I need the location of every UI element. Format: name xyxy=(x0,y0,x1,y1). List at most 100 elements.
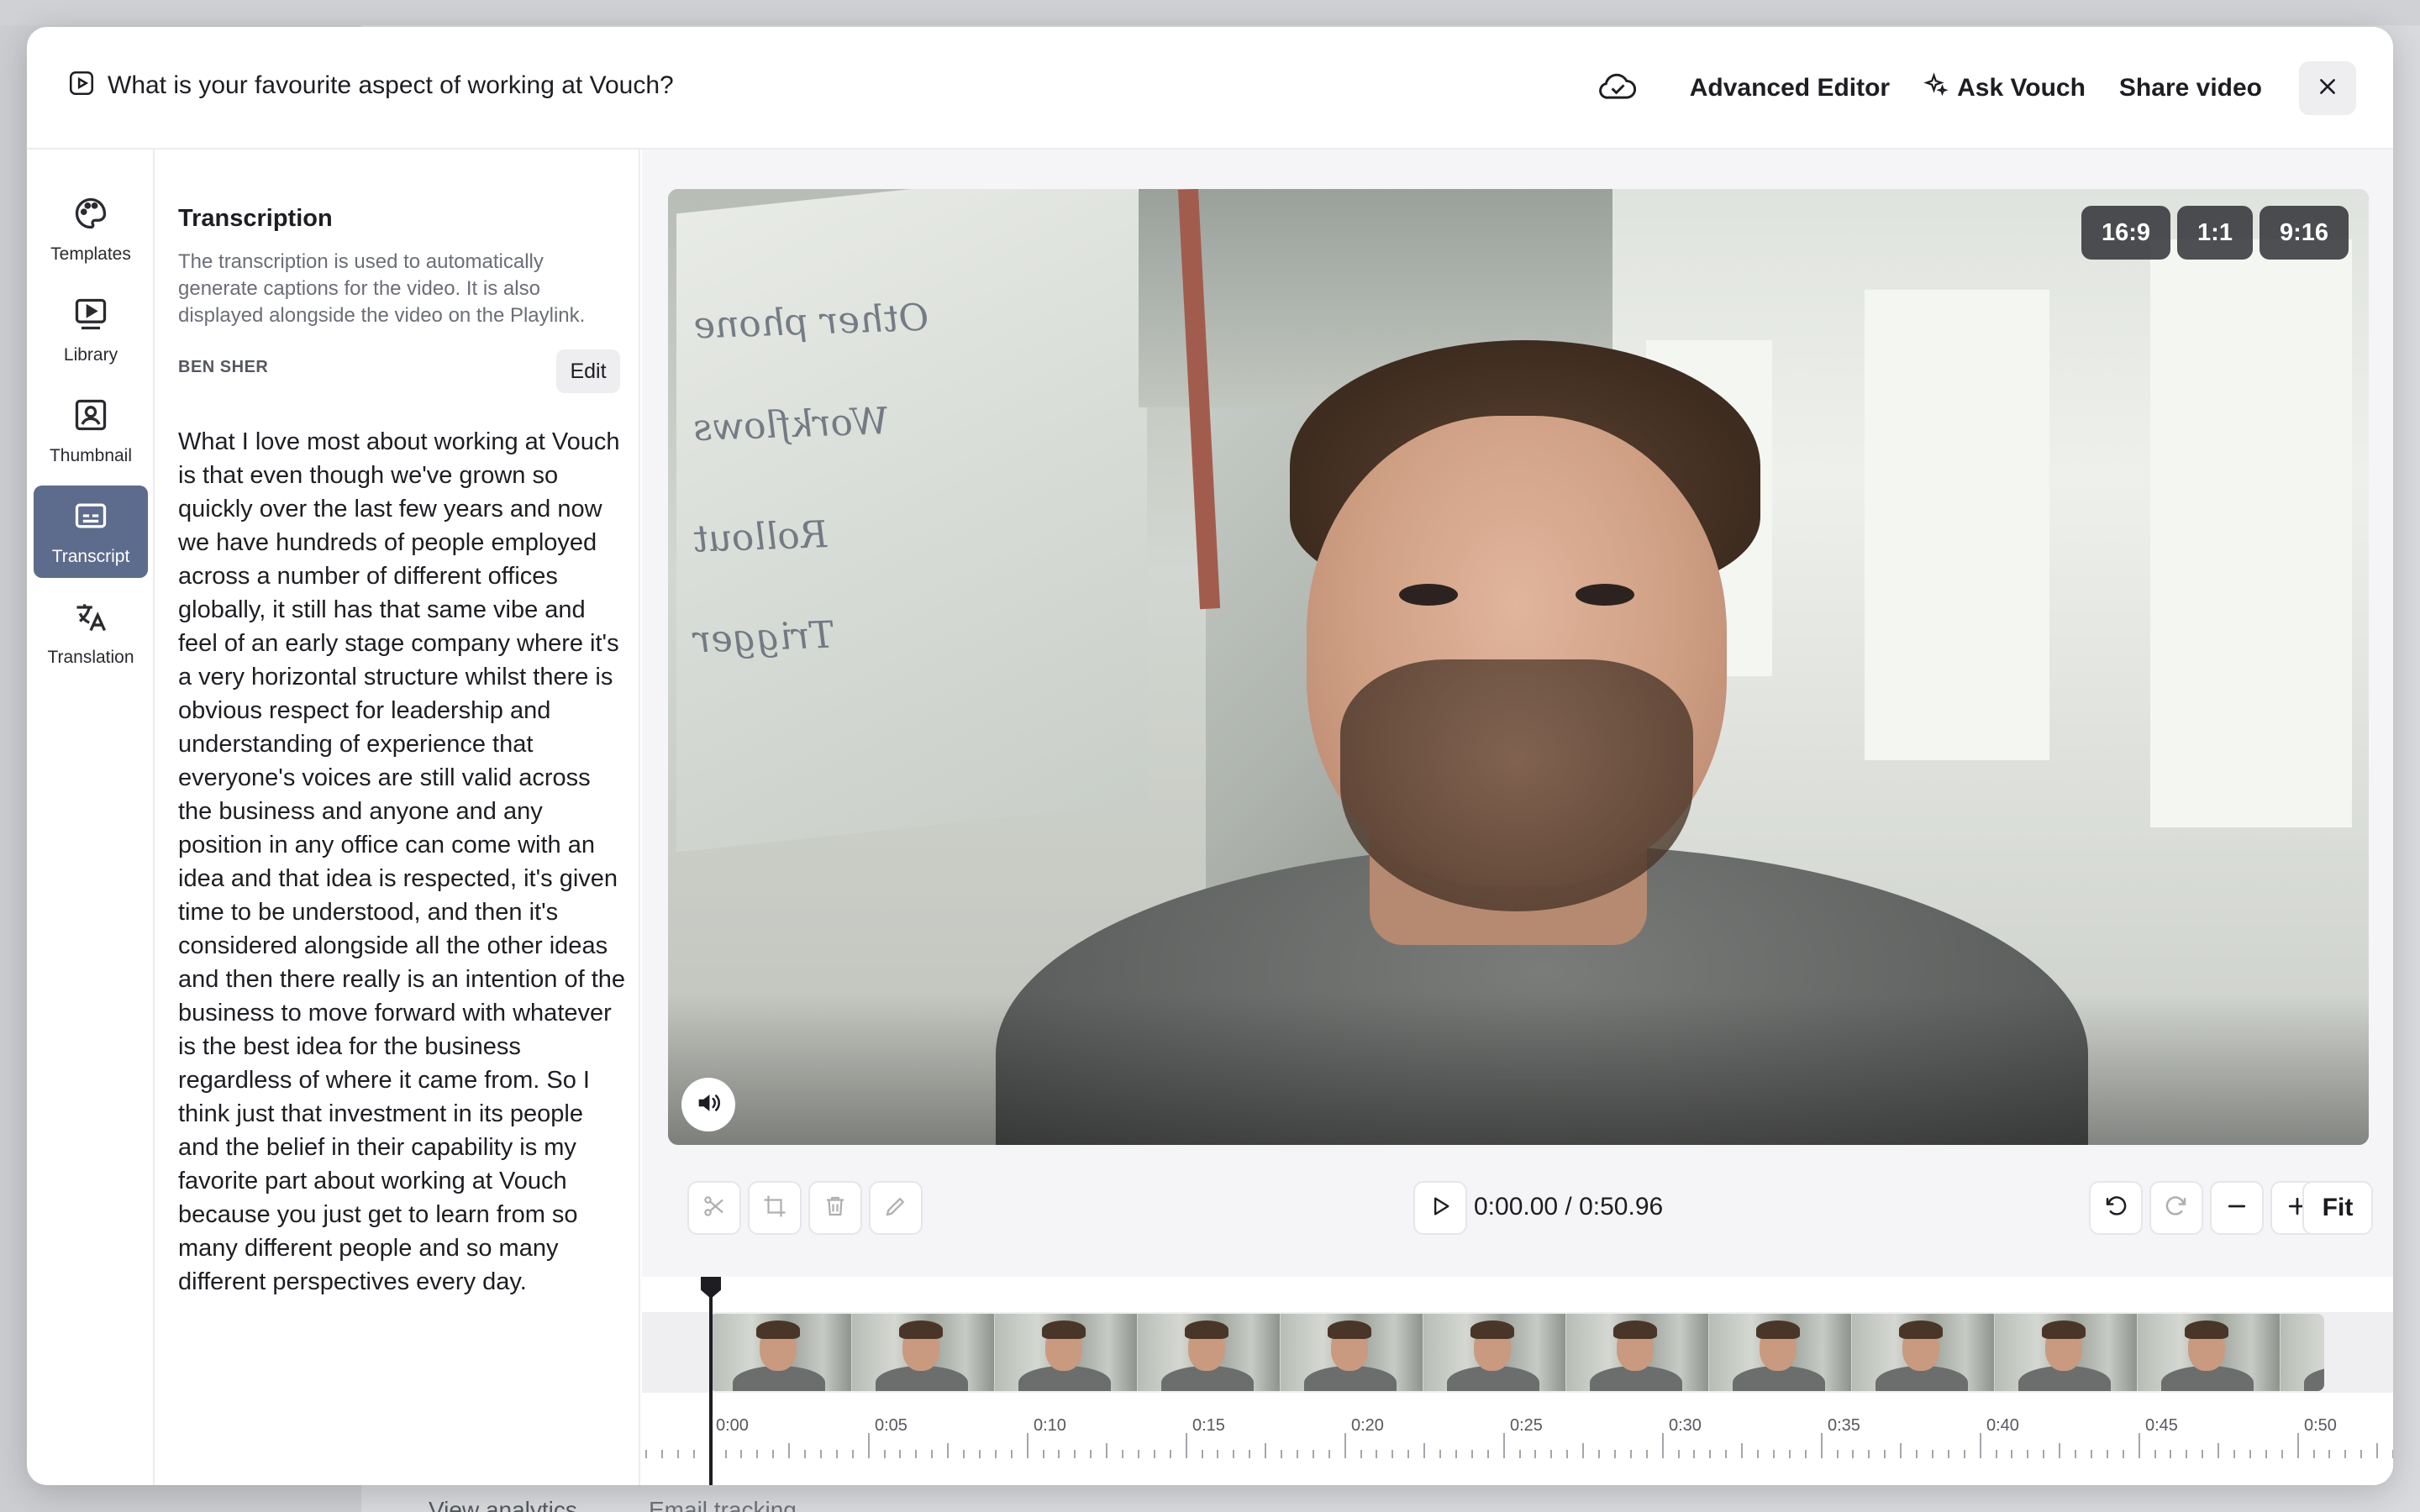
ruler-tick xyxy=(1312,1450,1314,1458)
ruler-tick xyxy=(2328,1450,2331,1458)
playhead-handle[interactable] xyxy=(701,1277,721,1299)
email-tracking-link[interactable]: Email tracking xyxy=(649,1497,797,1512)
ruler-tick xyxy=(1884,1450,1886,1458)
ask-vouch-button[interactable]: Ask Vouch xyxy=(1907,61,2102,115)
ruler-tick xyxy=(2059,1443,2061,1458)
ruler-tick xyxy=(1169,1450,1171,1458)
zoom-out-button[interactable] xyxy=(2210,1181,2264,1235)
ruler-tick xyxy=(2249,1450,2251,1458)
crop-button[interactable] xyxy=(748,1181,802,1235)
sidebar-item-templates[interactable]: Templates xyxy=(34,183,148,276)
sidebar-item-translation[interactable]: Translation xyxy=(34,586,148,679)
ruler-tick xyxy=(1804,1450,1807,1458)
sidebar-item-transcript[interactable]: Transcript xyxy=(34,486,148,578)
ruler-tick xyxy=(1074,1450,1076,1458)
ruler-tick xyxy=(2202,1450,2204,1458)
redo-button[interactable] xyxy=(2149,1181,2203,1235)
scissors-icon xyxy=(702,1194,727,1223)
ruler-tick xyxy=(994,1450,997,1458)
ruler-tick xyxy=(1249,1450,1251,1458)
aspect-1-1-button[interactable]: 1:1 xyxy=(2177,206,2253,260)
rename-button[interactable] xyxy=(869,1181,923,1235)
ruler-tick xyxy=(1931,1450,1933,1458)
video-preview[interactable]: Other phone Workflows Rollout Trigger 16… xyxy=(668,189,2369,1145)
ruler-tick xyxy=(2122,1450,2124,1458)
filmstrip-frame xyxy=(1709,1314,1852,1391)
background-links: View analytics Email tracking xyxy=(361,1483,1370,1512)
ruler-tick xyxy=(1947,1450,1949,1458)
volume-button[interactable] xyxy=(681,1078,735,1131)
filmstrip-frame xyxy=(2138,1314,2281,1391)
ruler-tick xyxy=(1360,1450,1362,1458)
ruler-label: 0:50 xyxy=(2304,1416,2337,1435)
ruler-tick xyxy=(1376,1450,1378,1458)
aspect-9-16-button[interactable]: 9:16 xyxy=(2259,206,2349,260)
ruler-tick xyxy=(2312,1450,2315,1458)
ruler-tick xyxy=(931,1450,934,1458)
filmstrip-frame xyxy=(1281,1314,1423,1391)
ruler-tick xyxy=(1757,1450,1759,1458)
ruler-tick xyxy=(1470,1450,1473,1458)
advanced-editor-button[interactable]: Advanced Editor xyxy=(1673,61,1907,115)
ruler-tick xyxy=(2106,1450,2108,1458)
whiteboard: Other phone Workflows Rollout Trigger xyxy=(676,189,1147,853)
split-button[interactable] xyxy=(687,1181,741,1235)
filmstrip-frame xyxy=(1852,1314,1995,1391)
ruler-tick xyxy=(963,1450,965,1458)
speaker-icon xyxy=(694,1089,723,1121)
edit-transcript-button[interactable]: Edit xyxy=(556,349,620,393)
ruler-tick xyxy=(947,1443,950,1458)
ruler-label: 0:35 xyxy=(1828,1416,1860,1435)
ruler-tick xyxy=(1392,1450,1394,1458)
sidebar-item-library[interactable]: Library xyxy=(34,284,148,376)
ruler-tick xyxy=(772,1450,775,1458)
video-clip-filmstrip[interactable] xyxy=(709,1314,2324,1391)
share-video-button[interactable]: Share video xyxy=(2102,61,2279,115)
play-button[interactable] xyxy=(1413,1181,1467,1235)
ruler-tick xyxy=(1153,1450,1155,1458)
ruler-tick xyxy=(2043,1450,2045,1458)
subtitles-icon xyxy=(72,497,109,538)
ruler-tick xyxy=(2011,1450,2013,1458)
undo-button[interactable] xyxy=(2089,1181,2143,1235)
ruler-tick xyxy=(2265,1450,2267,1458)
library-play-icon xyxy=(72,296,109,337)
ruler-tick xyxy=(2138,1433,2140,1458)
redo-icon xyxy=(2164,1194,2189,1223)
view-analytics-link[interactable]: View analytics xyxy=(429,1497,577,1512)
aspect-16-9-button[interactable]: 16:9 xyxy=(2081,206,2171,260)
minus-icon xyxy=(2224,1194,2249,1223)
ruler-tick xyxy=(1502,1433,1505,1458)
ruler-tick xyxy=(1629,1450,1632,1458)
ruler-tick xyxy=(2392,1450,2393,1458)
ruler-tick xyxy=(756,1450,759,1458)
ruler-tick xyxy=(883,1450,886,1458)
background-top xyxy=(0,0,2420,25)
crop-icon xyxy=(762,1194,787,1223)
ruler-label: 0:40 xyxy=(1986,1416,2019,1435)
filmstrip-frame xyxy=(709,1314,852,1391)
ruler-label: 0:25 xyxy=(1510,1416,1543,1435)
share-video-label: Share video xyxy=(2118,74,2262,102)
timeline[interactable]: 0:00 0:05 0:10 0:15 0:20 0:25 0:30 0:35 0:40 0:45… xyxy=(642,1277,2393,1485)
undo-icon xyxy=(2103,1194,2128,1223)
video-title: What is your favourite aspect of working… xyxy=(108,71,674,99)
ruler-tick xyxy=(2376,1443,2379,1458)
delete-button[interactable] xyxy=(808,1181,862,1235)
video-workspace: Other phone Workflows Rollout Trigger 16… xyxy=(642,150,2393,1485)
ruler-tick xyxy=(819,1450,822,1458)
close-button[interactable] xyxy=(2299,61,2356,115)
playhead[interactable] xyxy=(709,1277,713,1485)
ruler-tick xyxy=(1836,1450,1839,1458)
ruler-tick xyxy=(804,1450,806,1458)
ruler-label: 0:05 xyxy=(875,1416,908,1435)
sidebar-item-thumbnail[interactable]: Thumbnail xyxy=(34,385,148,477)
time-ruler[interactable]: 0:00 0:05 0:10 0:15 0:20 0:25 0:30 0:35 0:40 0:45… xyxy=(642,1403,2393,1485)
ruler-tick xyxy=(1455,1450,1457,1458)
filmstrip-frame xyxy=(1566,1314,1709,1391)
ruler-tick xyxy=(1852,1450,1854,1458)
fit-button[interactable]: Fit xyxy=(2302,1181,2373,1235)
ruler-tick xyxy=(1725,1450,1728,1458)
cloud-saved-icon xyxy=(1597,71,1639,106)
ruler-label: 0:45 xyxy=(2145,1416,2178,1435)
